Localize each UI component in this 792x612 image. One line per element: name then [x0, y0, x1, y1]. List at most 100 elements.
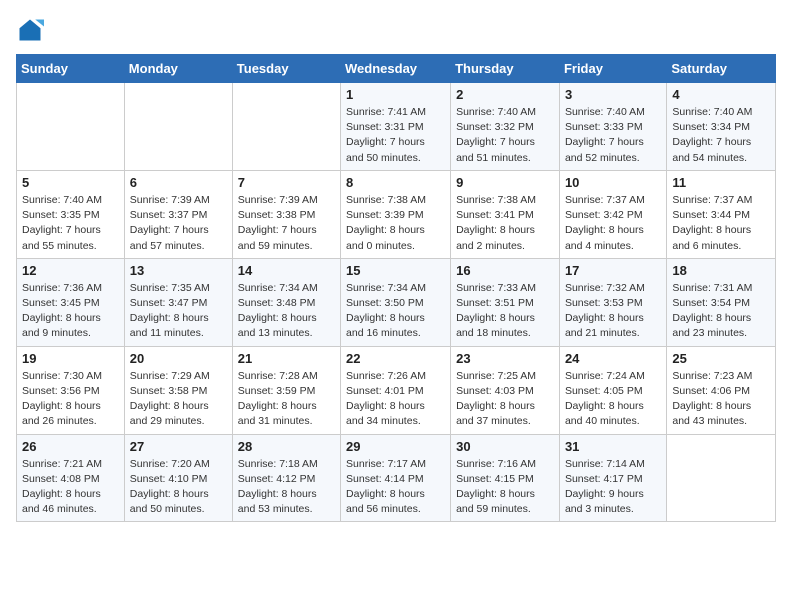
- week-row-3: 12 Sunrise: 7:36 AM Sunset: 3:45 PM Dayli…: [17, 258, 776, 346]
- day-number: 1: [346, 87, 445, 102]
- week-row-5: 26 Sunrise: 7:21 AM Sunset: 4:08 PM Dayli…: [17, 434, 776, 522]
- day-number: 10: [565, 175, 661, 190]
- day-number: 24: [565, 351, 661, 366]
- day-number: 3: [565, 87, 661, 102]
- day-cell: 20 Sunrise: 7:29 AM Sunset: 3:58 PM Dayli…: [124, 346, 232, 434]
- day-cell: 12 Sunrise: 7:36 AM Sunset: 3:45 PM Dayli…: [17, 258, 125, 346]
- day-cell: [17, 83, 125, 171]
- day-number: 17: [565, 263, 661, 278]
- day-info: Sunrise: 7:24 AM Sunset: 4:05 PM Dayligh…: [565, 369, 661, 430]
- day-info: Sunrise: 7:21 AM Sunset: 4:08 PM Dayligh…: [22, 457, 119, 518]
- day-number: 7: [238, 175, 335, 190]
- logo-icon: [16, 16, 44, 44]
- day-info: Sunrise: 7:34 AM Sunset: 3:50 PM Dayligh…: [346, 281, 445, 342]
- day-info: Sunrise: 7:39 AM Sunset: 3:37 PM Dayligh…: [130, 193, 227, 254]
- weekday-header-friday: Friday: [559, 55, 666, 83]
- day-cell: 8 Sunrise: 7:38 AM Sunset: 3:39 PM Daylig…: [341, 170, 451, 258]
- day-cell: 23 Sunrise: 7:25 AM Sunset: 4:03 PM Dayli…: [451, 346, 560, 434]
- day-cell: 10 Sunrise: 7:37 AM Sunset: 3:42 PM Dayli…: [559, 170, 666, 258]
- day-cell: 29Sunrise: 7:17 AM Sunset: 4:14 PM Dayli…: [341, 434, 451, 522]
- day-info: Sunrise: 7:18 AM Sunset: 4:12 PM Dayligh…: [238, 457, 335, 518]
- day-cell: 28 Sunrise: 7:18 AM Sunset: 4:12 PM Dayli…: [232, 434, 340, 522]
- weekday-header-saturday: Saturday: [667, 55, 776, 83]
- day-number: 26: [22, 439, 119, 454]
- day-info: Sunrise: 7:40 AM Sunset: 3:33 PM Dayligh…: [565, 105, 661, 166]
- day-number: 4: [672, 87, 770, 102]
- day-info: Sunrise: 7:37 AM Sunset: 3:44 PM Dayligh…: [672, 193, 770, 254]
- day-number: 23: [456, 351, 554, 366]
- day-number: 13: [130, 263, 227, 278]
- day-number: 29: [346, 439, 445, 454]
- day-cell: 11Sunrise: 7:37 AM Sunset: 3:44 PM Dayli…: [667, 170, 776, 258]
- day-cell: [232, 83, 340, 171]
- weekday-header-wednesday: Wednesday: [341, 55, 451, 83]
- day-cell: 22 Sunrise: 7:26 AM Sunset: 4:01 PM Dayli…: [341, 346, 451, 434]
- week-row-4: 19Sunrise: 7:30 AM Sunset: 3:56 PM Dayli…: [17, 346, 776, 434]
- header: [16, 16, 776, 44]
- day-cell: 24 Sunrise: 7:24 AM Sunset: 4:05 PM Dayli…: [559, 346, 666, 434]
- day-cell: 26 Sunrise: 7:21 AM Sunset: 4:08 PM Dayli…: [17, 434, 125, 522]
- logo: [16, 16, 48, 44]
- day-info: Sunrise: 7:36 AM Sunset: 3:45 PM Dayligh…: [22, 281, 119, 342]
- day-info: Sunrise: 7:28 AM Sunset: 3:59 PM Dayligh…: [238, 369, 335, 430]
- day-number: 19: [22, 351, 119, 366]
- day-cell: 1Sunrise: 7:41 AM Sunset: 3:31 PM Daylig…: [341, 83, 451, 171]
- day-info: Sunrise: 7:20 AM Sunset: 4:10 PM Dayligh…: [130, 457, 227, 518]
- day-number: 12: [22, 263, 119, 278]
- day-number: 30: [456, 439, 554, 454]
- day-number: 15: [346, 263, 445, 278]
- day-info: Sunrise: 7:29 AM Sunset: 3:58 PM Dayligh…: [130, 369, 227, 430]
- day-number: 20: [130, 351, 227, 366]
- day-cell: 31 Sunrise: 7:14 AM Sunset: 4:17 PM Dayli…: [559, 434, 666, 522]
- day-info: Sunrise: 7:14 AM Sunset: 4:17 PM Dayligh…: [565, 457, 661, 518]
- day-info: Sunrise: 7:26 AM Sunset: 4:01 PM Dayligh…: [346, 369, 445, 430]
- day-info: Sunrise: 7:40 AM Sunset: 3:35 PM Dayligh…: [22, 193, 119, 254]
- day-cell: 13 Sunrise: 7:35 AM Sunset: 3:47 PM Dayli…: [124, 258, 232, 346]
- day-cell: 7 Sunrise: 7:39 AM Sunset: 3:38 PM Daylig…: [232, 170, 340, 258]
- weekday-header-thursday: Thursday: [451, 55, 560, 83]
- day-number: 8: [346, 175, 445, 190]
- day-info: Sunrise: 7:39 AM Sunset: 3:38 PM Dayligh…: [238, 193, 335, 254]
- day-info: Sunrise: 7:16 AM Sunset: 4:15 PM Dayligh…: [456, 457, 554, 518]
- day-cell: 9Sunrise: 7:38 AM Sunset: 3:41 PM Daylig…: [451, 170, 560, 258]
- day-info: Sunrise: 7:32 AM Sunset: 3:53 PM Dayligh…: [565, 281, 661, 342]
- day-number: 14: [238, 263, 335, 278]
- day-info: Sunrise: 7:31 AM Sunset: 3:54 PM Dayligh…: [672, 281, 770, 342]
- day-number: 9: [456, 175, 554, 190]
- day-number: 16: [456, 263, 554, 278]
- day-cell: 15 Sunrise: 7:34 AM Sunset: 3:50 PM Dayli…: [341, 258, 451, 346]
- day-cell: 25 Sunrise: 7:23 AM Sunset: 4:06 PM Dayli…: [667, 346, 776, 434]
- day-number: 28: [238, 439, 335, 454]
- day-cell: 3 Sunrise: 7:40 AM Sunset: 3:33 PM Daylig…: [559, 83, 666, 171]
- day-cell: 19Sunrise: 7:30 AM Sunset: 3:56 PM Dayli…: [17, 346, 125, 434]
- day-cell: 17 Sunrise: 7:32 AM Sunset: 3:53 PM Dayli…: [559, 258, 666, 346]
- day-info: Sunrise: 7:34 AM Sunset: 3:48 PM Dayligh…: [238, 281, 335, 342]
- day-cell: 27 Sunrise: 7:20 AM Sunset: 4:10 PM Dayli…: [124, 434, 232, 522]
- day-info: Sunrise: 7:23 AM Sunset: 4:06 PM Dayligh…: [672, 369, 770, 430]
- day-number: 6: [130, 175, 227, 190]
- day-number: 25: [672, 351, 770, 366]
- weekday-header-tuesday: Tuesday: [232, 55, 340, 83]
- calendar-table: SundayMondayTuesdayWednesdayThursdayFrid…: [16, 54, 776, 522]
- day-info: Sunrise: 7:33 AM Sunset: 3:51 PM Dayligh…: [456, 281, 554, 342]
- day-info: Sunrise: 7:25 AM Sunset: 4:03 PM Dayligh…: [456, 369, 554, 430]
- day-cell: 16 Sunrise: 7:33 AM Sunset: 3:51 PM Dayli…: [451, 258, 560, 346]
- day-info: Sunrise: 7:38 AM Sunset: 3:39 PM Dayligh…: [346, 193, 445, 254]
- day-cell: 2Sunrise: 7:40 AM Sunset: 3:32 PM Daylig…: [451, 83, 560, 171]
- day-cell: 4Sunrise: 7:40 AM Sunset: 3:34 PM Daylig…: [667, 83, 776, 171]
- day-number: 27: [130, 439, 227, 454]
- weekday-header-sunday: Sunday: [17, 55, 125, 83]
- day-info: Sunrise: 7:35 AM Sunset: 3:47 PM Dayligh…: [130, 281, 227, 342]
- day-info: Sunrise: 7:37 AM Sunset: 3:42 PM Dayligh…: [565, 193, 661, 254]
- weekday-header-monday: Monday: [124, 55, 232, 83]
- day-cell: 30 Sunrise: 7:16 AM Sunset: 4:15 PM Dayli…: [451, 434, 560, 522]
- day-cell: [124, 83, 232, 171]
- day-cell: [667, 434, 776, 522]
- day-number: 22: [346, 351, 445, 366]
- day-cell: 18Sunrise: 7:31 AM Sunset: 3:54 PM Dayli…: [667, 258, 776, 346]
- day-number: 31: [565, 439, 661, 454]
- day-cell: 5Sunrise: 7:40 AM Sunset: 3:35 PM Daylig…: [17, 170, 125, 258]
- day-cell: 14 Sunrise: 7:34 AM Sunset: 3:48 PM Dayli…: [232, 258, 340, 346]
- day-cell: 6 Sunrise: 7:39 AM Sunset: 3:37 PM Daylig…: [124, 170, 232, 258]
- day-cell: 21Sunrise: 7:28 AM Sunset: 3:59 PM Dayli…: [232, 346, 340, 434]
